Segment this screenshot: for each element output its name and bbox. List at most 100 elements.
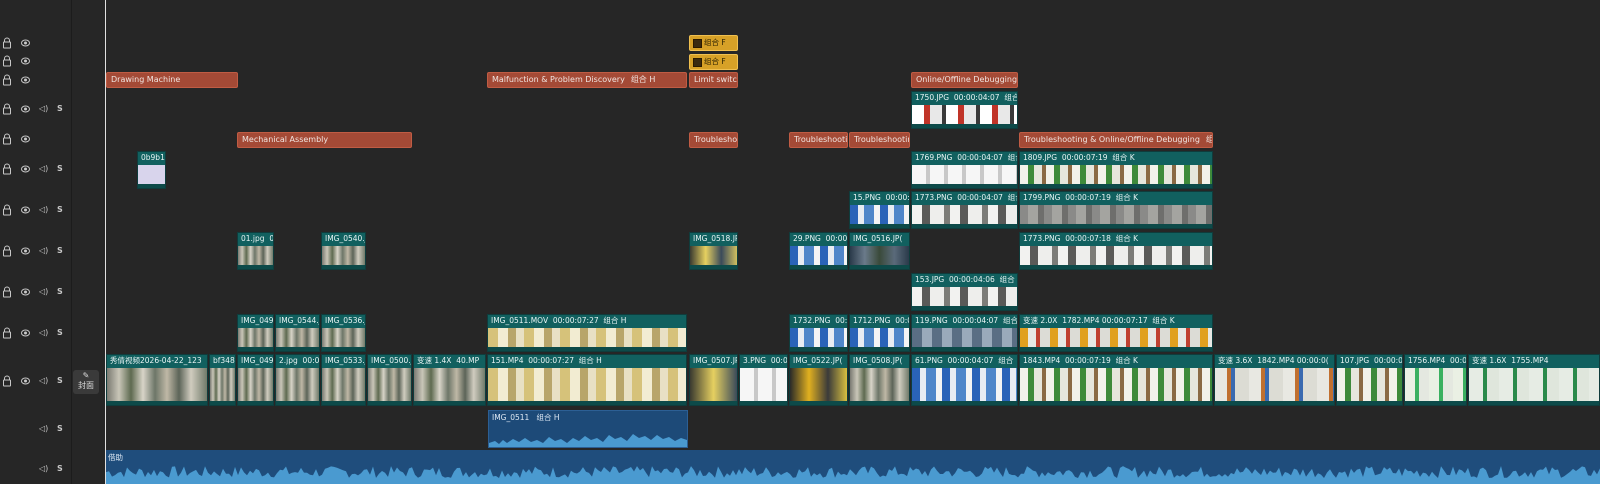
video-clip[interactable]: 1799.PNG 00:00:07:19 组合 K [1019, 191, 1213, 229]
caption-clip-label: 组合 F [704, 38, 726, 47]
label-clip[interactable]: Malfunction & Problem Discovery 组合 H [487, 72, 687, 88]
cover-button[interactable]: ✎ 封面 [73, 370, 99, 394]
video-clip[interactable]: 变速 2.0X 1782.MP4 00:00:07:17 组合 K [1019, 314, 1213, 352]
video-clip[interactable]: 1809.JPG 00:00:07:19 组合 K [1019, 151, 1213, 189]
speaker-icon[interactable]: ◁) [39, 376, 48, 386]
video-clip[interactable]: IMG_0507.JPG [689, 354, 738, 406]
speaker-icon[interactable]: ◁) [39, 328, 48, 338]
label-clip[interactable]: Troubleshooting [849, 132, 910, 148]
solo-button[interactable]: S [57, 246, 63, 256]
video-clip[interactable]: 1773.PNG 00:00:07:18 组合 K [1019, 232, 1213, 270]
solo-button[interactable]: S [57, 328, 63, 338]
speaker-icon[interactable]: ◁) [39, 205, 48, 215]
video-clip[interactable]: 61.PNG 00:00:04:07 组合 [911, 354, 1018, 406]
lock-icon[interactable] [3, 286, 11, 298]
video-clip[interactable]: 3.PNG 00:00 [739, 354, 788, 406]
video-clip[interactable]: IMG_0536.JI [321, 314, 366, 352]
video-clip[interactable]: IMG_0495 [237, 314, 274, 352]
eye-icon[interactable] [21, 39, 30, 47]
video-clip[interactable]: 1750.JPG 00:00:04:07 组合 [911, 91, 1018, 129]
video-clip[interactable]: IMG_0497 [237, 354, 274, 406]
video-clip[interactable]: IMG_0508.JP( [849, 354, 910, 406]
caption-clip[interactable]: 组合 F [689, 54, 738, 70]
speaker-icon[interactable]: ◁) [39, 287, 48, 297]
eye-icon[interactable] [21, 206, 30, 214]
video-clip[interactable]: 1712.PNG 00:0 [849, 314, 910, 352]
eye-icon[interactable] [21, 135, 30, 143]
eye-icon[interactable] [21, 76, 30, 84]
video-clip[interactable]: 1773.PNG 00:00:04:07 组合 [911, 191, 1018, 229]
playhead[interactable] [105, 0, 106, 484]
clip-title: 1750.JPG 00:00:04:07 组合 [915, 93, 1018, 102]
eye-icon[interactable] [21, 57, 30, 65]
audio-clip[interactable]: IMG_0511 组合 H [488, 410, 688, 448]
solo-button[interactable]: S [57, 104, 63, 114]
label-clip[interactable]: Drawing Machine [106, 72, 238, 88]
video-clip[interactable]: 15.PNG 00:00:02 [849, 191, 910, 229]
video-clip[interactable]: 1732.PNG 00:00 [789, 314, 848, 352]
solo-button[interactable]: S [57, 164, 63, 174]
video-clip[interactable]: IMG_0518.JP( [689, 232, 738, 270]
video-clip[interactable]: 1769.PNG 00:00:04:07 组合 [911, 151, 1018, 189]
video-clip[interactable]: 151.MP4 00:00:07:27 组合 H [487, 354, 687, 406]
speaker-icon[interactable]: ◁) [39, 104, 48, 114]
solo-button[interactable]: S [57, 205, 63, 215]
eye-icon[interactable] [21, 247, 30, 255]
video-clip[interactable]: IMG_0516.JP( [849, 232, 910, 270]
clip-waveform-bar [912, 401, 1017, 405]
speaker-icon[interactable]: ◁) [39, 424, 48, 434]
video-clip[interactable]: 29.PNG 00:00( [789, 232, 848, 270]
video-clip[interactable]: 0b9b1 [137, 151, 166, 189]
speaker-icon[interactable]: ◁) [39, 164, 48, 174]
eye-icon[interactable] [21, 165, 30, 173]
video-clip[interactable]: 2.jpg 00:00 [275, 354, 320, 406]
video-clip[interactable]: IMG_0540.JP [321, 232, 366, 270]
video-clip[interactable]: 变速 3.6X 1842.MP4 00:00:0( [1214, 354, 1335, 406]
clip-waveform-bar [690, 401, 737, 405]
caption-clip[interactable]: 组合 F [689, 35, 738, 51]
video-clip[interactable]: 秀倩视频2026-04-22_123 [106, 354, 208, 406]
label-clip[interactable]: Troubleshoot [689, 132, 738, 148]
video-clip[interactable]: 1756.MP4 00:00:0 [1404, 354, 1467, 406]
eye-icon[interactable] [21, 105, 30, 113]
eye-icon[interactable] [21, 329, 30, 337]
video-clip[interactable]: 153.JPG 00:00:04:06 组合 [911, 273, 1018, 311]
lock-icon[interactable] [3, 163, 11, 175]
video-clip[interactable]: 119.PNG 00:00:04:07 组合 [911, 314, 1018, 352]
solo-button[interactable]: S [57, 464, 63, 474]
lock-icon[interactable] [3, 37, 11, 49]
lock-icon[interactable] [3, 327, 11, 339]
lock-icon[interactable] [3, 55, 11, 67]
solo-button[interactable]: S [57, 376, 63, 386]
eye-icon[interactable] [21, 288, 30, 296]
video-clip[interactable]: 1843.MP4 00:00:07:19 组合 K [1019, 354, 1213, 406]
track-header-video-3: ◁) S [0, 203, 106, 217]
label-clip[interactable]: Mechanical Assembly [237, 132, 412, 148]
video-clip[interactable]: 107.JPG 00:00:02 [1336, 354, 1403, 406]
video-clip[interactable]: 变速 1.4X 40.MP [413, 354, 486, 406]
label-clip[interactable]: Troubleshootin [789, 132, 848, 148]
video-clip[interactable]: IMG_0544.JI [275, 314, 320, 352]
video-clip[interactable]: IMG_0522.JP( [789, 354, 848, 406]
lock-icon[interactable] [3, 245, 11, 257]
lock-icon[interactable] [3, 103, 11, 115]
solo-button[interactable]: S [57, 424, 63, 434]
eye-icon[interactable] [21, 377, 30, 385]
video-clip[interactable]: bf3480 [209, 354, 236, 406]
lock-icon[interactable] [3, 133, 11, 145]
lock-icon[interactable] [3, 375, 11, 387]
speaker-icon[interactable]: ◁) [39, 246, 48, 256]
video-clip[interactable]: 01.jpg 0( [237, 232, 274, 270]
label-clip[interactable]: Limit switch I [689, 72, 738, 88]
video-clip[interactable]: 变速 1.6X 1755.MP4 [1468, 354, 1600, 406]
solo-button[interactable]: S [57, 287, 63, 297]
video-clip[interactable]: IMG_0533.JI [321, 354, 366, 406]
speaker-icon[interactable]: ◁) [39, 464, 48, 474]
label-clip[interactable]: Troubleshooting & Online/Offline Debuggi… [1019, 132, 1213, 148]
label-clip[interactable]: Online/Offline Debugging组合 [911, 72, 1018, 88]
music-track-clip[interactable]: 借助 [106, 450, 1600, 484]
video-clip[interactable]: IMG_0500.JI [367, 354, 412, 406]
lock-icon[interactable] [3, 204, 11, 216]
lock-icon[interactable] [3, 74, 11, 86]
video-clip[interactable]: IMG_0511.MOV 00:00:07:27 组合 H [487, 314, 687, 352]
